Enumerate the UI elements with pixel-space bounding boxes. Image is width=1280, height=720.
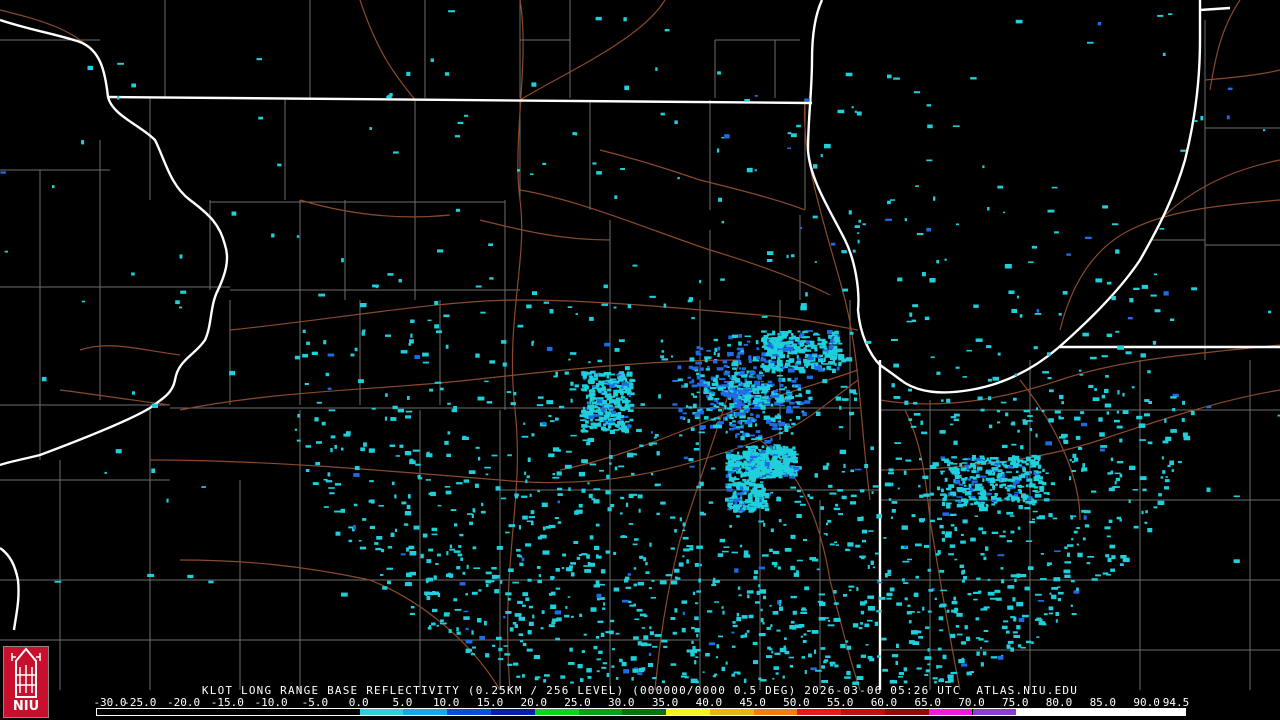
scale-segment [709, 709, 754, 715]
scale-segment [928, 709, 973, 715]
scale-segment [447, 709, 491, 715]
scale-segment [841, 709, 885, 715]
scale-segment [1016, 709, 1185, 715]
reflectivity-color-scale [96, 708, 1186, 716]
scale-segment [534, 709, 579, 715]
scale-segment [797, 709, 842, 715]
scale-segment [622, 709, 667, 715]
color-scale-tick-labels: -30.0 -25.0 -20.0 -15.0 -10.0 -5.0 0.0 5.0 10.0 1… [93, 696, 1189, 709]
scale-segment [972, 709, 1017, 715]
scale-segment [578, 709, 623, 715]
scale-segment [666, 709, 710, 715]
scale-segment [490, 709, 535, 715]
scale-segment [97, 709, 360, 715]
scale-segment [359, 709, 404, 715]
logo-text: NIU [12, 699, 40, 714]
radar-map [0, 0, 1280, 720]
niu-logo: NIU [3, 646, 49, 718]
scale-segment [753, 709, 798, 715]
scale-segment [884, 709, 929, 715]
university-tower-icon [11, 647, 41, 698]
scale-segment [403, 709, 448, 715]
